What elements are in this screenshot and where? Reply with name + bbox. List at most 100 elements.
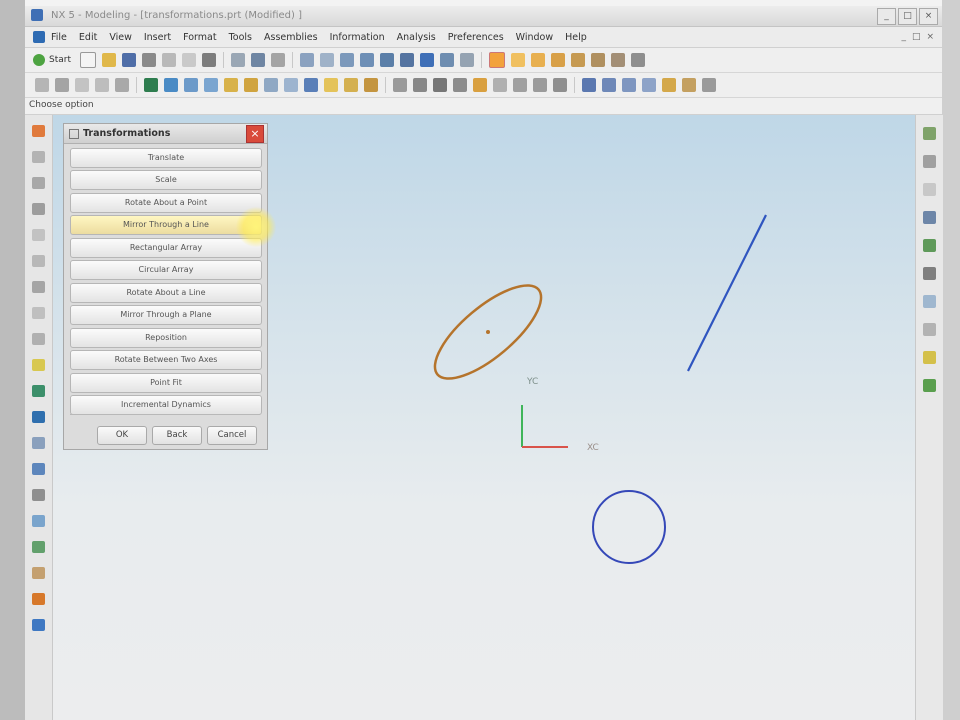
point-fit-button[interactable]: Point Fit [70,373,262,393]
menu-information[interactable]: Information [330,32,385,43]
settings-icon[interactable] [923,267,936,280]
existing-point-icon[interactable] [611,53,625,67]
measure-icon[interactable] [702,78,716,92]
fillet-icon[interactable] [32,359,45,371]
transform-icon[interactable] [662,78,676,92]
back-button[interactable]: Back [152,426,202,445]
circle-icon[interactable] [32,203,45,215]
new-file-icon[interactable] [80,52,96,68]
web-icon[interactable] [923,239,936,252]
snap-point-icon[interactable] [489,52,505,68]
start-button[interactable]: Start [33,54,71,66]
close-icon[interactable]: × [246,125,264,143]
menu-tools[interactable]: Tools [229,32,252,43]
save-icon[interactable] [122,53,136,67]
undo-icon[interactable] [231,53,245,67]
boolean-subtract-icon[interactable] [244,78,258,92]
center-snap-icon[interactable] [551,53,565,67]
spline-icon[interactable] [32,385,45,397]
reuse-library-icon[interactable] [923,351,936,364]
menu-format[interactable]: Format [183,32,216,43]
menu-file[interactable]: File [51,32,67,43]
rectangular-array-button[interactable]: Rectangular Array [70,238,262,258]
polygon-icon[interactable] [32,307,45,319]
circular-array-button[interactable]: Circular Array [70,260,262,280]
ok-button[interactable]: OK [97,426,147,445]
point-icon[interactable] [393,78,407,92]
block-icon[interactable] [164,78,178,92]
minimize-button[interactable]: _ [877,8,896,25]
translate-button[interactable]: Translate [70,148,262,168]
mirror-through-plane-button[interactable]: Mirror Through a Plane [70,305,262,325]
chamfer-icon[interactable] [284,78,298,92]
hole-icon[interactable] [115,78,129,92]
line-icon[interactable] [433,78,447,92]
cone-icon[interactable] [204,78,218,92]
menu-view[interactable]: View [109,32,132,43]
trim-curve-icon[interactable] [582,78,596,92]
quadrant-snap-icon[interactable] [571,53,585,67]
datum-icon[interactable] [55,78,69,92]
line-icon[interactable] [32,151,45,163]
offset-curve-icon[interactable] [553,78,567,92]
point-icon[interactable] [32,229,45,241]
curve-length-icon[interactable] [642,78,656,92]
divide-curve-icon[interactable] [602,78,616,92]
app-menu-icon[interactable] [33,31,45,43]
orient-view-icon[interactable] [380,53,394,67]
text-icon[interactable] [32,593,45,605]
system-materials-icon[interactable] [923,379,936,392]
menu-window[interactable]: Window [516,32,553,43]
midpoint-snap-icon[interactable] [531,53,545,67]
render-style-icon[interactable] [400,53,414,67]
maximize-button[interactable]: □ [898,8,917,25]
mirror-through-line-button[interactable]: Mirror Through a Line [70,215,262,235]
menu-preferences[interactable]: Preferences [448,32,504,43]
rotate-between-two-axes-button[interactable]: Rotate Between Two Axes [70,350,262,370]
layer-settings-icon[interactable] [460,53,474,67]
roles-icon[interactable] [923,211,936,224]
basic-curves-icon[interactable] [413,78,427,92]
ellipse-curve[interactable] [421,270,554,393]
join-curve-icon[interactable] [32,541,45,553]
incremental-dynamics-button[interactable]: Incremental Dynamics [70,395,262,415]
sketch-icon[interactable] [35,78,49,92]
intersection-snap-icon[interactable] [591,53,605,67]
boolean-unite-icon[interactable] [224,78,238,92]
extract-curve-icon[interactable] [32,567,45,579]
arc-icon[interactable] [453,78,467,92]
palette-icon[interactable] [923,183,936,196]
navigator-icon[interactable] [923,127,936,140]
spline-icon[interactable] [473,78,487,92]
delete-icon[interactable] [202,53,216,67]
doc-minimize-button[interactable]: _ [901,32,906,42]
close-window-button[interactable]: × [919,8,938,25]
edge-blend-icon[interactable] [264,78,278,92]
print-icon[interactable] [142,53,156,67]
menu-help[interactable]: Help [565,32,587,43]
fit-view-icon[interactable] [300,53,314,67]
arc-icon[interactable] [32,177,45,189]
layer-icon[interactable] [32,463,45,475]
feature-icon[interactable] [144,78,158,92]
redo-icon[interactable] [251,53,265,67]
circle-curve[interactable] [592,490,666,564]
filter-icon[interactable] [631,53,645,67]
scale-button[interactable]: Scale [70,170,262,190]
trim-body-icon[interactable] [364,78,378,92]
revolve-icon[interactable] [95,78,109,92]
ellipse-icon[interactable] [533,78,547,92]
chamfer-icon[interactable] [32,281,45,293]
rotate-about-line-button[interactable]: Rotate About a Line [70,283,262,303]
wireframe-icon[interactable] [440,53,454,67]
part-navigator-icon[interactable] [923,323,936,336]
bridge-curve-icon[interactable] [32,515,45,527]
doc-close-button[interactable]: × [926,32,934,42]
menu-assemblies[interactable]: Assemblies [264,32,318,43]
command-finder-icon[interactable] [271,53,285,67]
menu-edit[interactable]: Edit [79,32,97,43]
doc-restore-button[interactable]: □ [912,32,921,42]
reposition-button[interactable]: Reposition [70,328,262,348]
cylinder-icon[interactable] [184,78,198,92]
zoom-icon[interactable] [320,53,334,67]
